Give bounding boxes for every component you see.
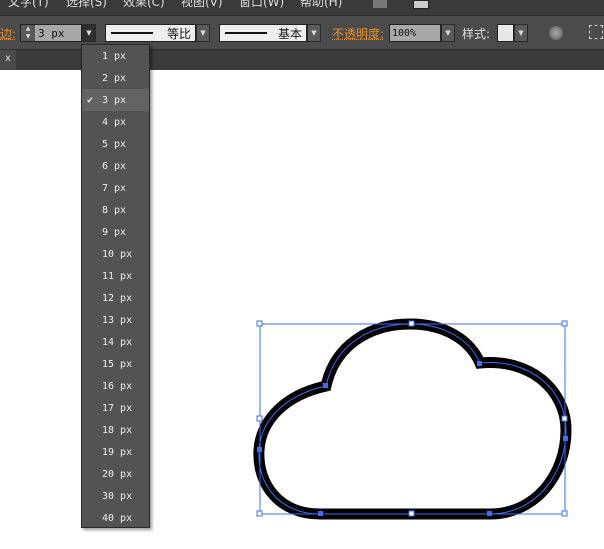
stroke-option[interactable]: 14 px [82, 331, 149, 353]
stroke-option[interactable]: 15 px [82, 353, 149, 375]
stroke-option[interactable]: 17 px [82, 397, 149, 419]
profile-label: 等比 [166, 26, 191, 41]
brush-label: 基本 [277, 26, 302, 41]
menu-help[interactable]: 帮助(H) [300, 0, 342, 10]
stroke-option[interactable]: 2 px [82, 67, 149, 89]
stroke-option[interactable]: 16 px [82, 375, 149, 397]
style-label: 样式: [462, 27, 491, 41]
line-sample [111, 32, 153, 34]
stroke-option[interactable]: 8 px [82, 199, 149, 221]
cloud-shape[interactable] [253, 318, 572, 520]
style-dropdown-button[interactable]: ▼ [514, 24, 528, 42]
brush-dropdown-button[interactable]: ▼ [307, 24, 321, 42]
menu-bar: 文字(T) 选择(S) 效果(C) 视图(V) 窗口(W) 帮助(H) [0, 0, 604, 16]
stroke-weight-value[interactable]: 3 px [35, 27, 65, 40]
stroke-option[interactable]: 10 px [82, 243, 149, 265]
menu-select[interactable]: 选择(S) [66, 0, 107, 10]
close-tab-button[interactable]: x [0, 50, 16, 70]
align-icon[interactable] [589, 25, 603, 39]
stroke-option[interactable]: 6 px [82, 155, 149, 177]
stroke-option[interactable]: 12 px [82, 287, 149, 309]
stroke-option-selected[interactable]: ✔ 3 px [82, 89, 149, 111]
stroke-option[interactable]: 4 px [82, 111, 149, 133]
stroke-option[interactable]: 30 px [82, 485, 149, 507]
checkmark-icon: ✔ [87, 94, 94, 106]
stroke-option[interactable]: 13 px [82, 309, 149, 331]
menu-effect[interactable]: 效果(C) [123, 0, 165, 10]
opacity-dropdown-button[interactable]: ▼ [441, 24, 455, 42]
stroke-option[interactable]: 18 px [82, 419, 149, 441]
stroke-option[interactable]: 1 px [82, 45, 149, 67]
opacity-label[interactable]: 不透明度: [332, 25, 384, 42]
menu-view[interactable]: 视图(V) [181, 0, 223, 10]
stroke-weight-field[interactable]: ▲ ▼ 3 px [20, 24, 82, 42]
stroke-option[interactable]: 7 px [82, 177, 149, 199]
arrange-documents-icon[interactable] [413, 0, 429, 9]
graphic-style-swatch[interactable] [497, 24, 514, 42]
stroke-option[interactable]: 5 px [82, 133, 149, 155]
variable-width-profile[interactable]: 等比 [105, 24, 196, 42]
brush-definition[interactable]: 基本 [219, 24, 307, 42]
menu-window[interactable]: 窗口(W) [239, 0, 284, 10]
recolor-artwork-icon[interactable] [549, 26, 563, 40]
menu-text[interactable]: 文字(T) [8, 0, 49, 10]
stroke-weight-dropdown-menu: 1 px 2 px ✔ 3 px 4 px 5 px 6 px 7 px 8 px… [81, 44, 150, 528]
profile-dropdown-button[interactable]: ▼ [196, 24, 210, 42]
stepper-icon[interactable]: ▲ ▼ [21, 25, 35, 41]
stroke-option[interactable]: 11 px [82, 265, 149, 287]
opacity-field[interactable]: 100% [389, 24, 441, 42]
stroke-option[interactable]: 20 px [82, 463, 149, 485]
stroke-label[interactable]: 边: [0, 25, 16, 42]
stroke-option[interactable]: 19 px [82, 441, 149, 463]
stroke-weight-dropdown-button[interactable]: ▼ [82, 24, 96, 42]
stroke-option[interactable]: 40 px [82, 507, 149, 529]
line-sample [225, 32, 267, 34]
stroke-option[interactable]: 9 px [82, 221, 149, 243]
bridge-icon[interactable] [373, 0, 387, 8]
